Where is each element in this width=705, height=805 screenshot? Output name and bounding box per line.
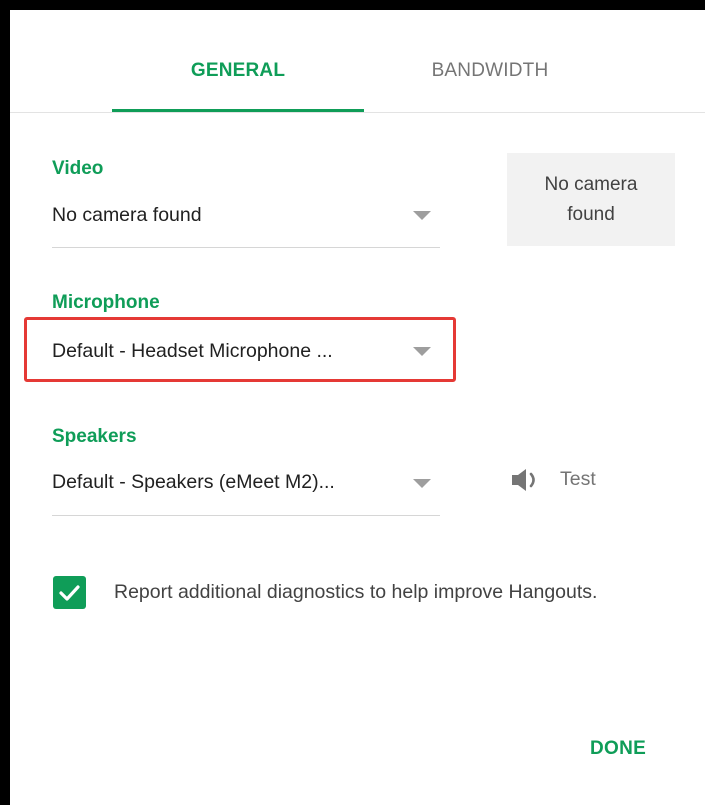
speakers-label: Speakers xyxy=(52,426,137,447)
camera-preview: No camera found xyxy=(507,153,675,246)
check-icon xyxy=(59,585,80,601)
chevron-down-icon[interactable] xyxy=(413,479,431,488)
diagnostics-checkbox[interactable] xyxy=(53,576,86,609)
speakers-select[interactable]: Default - Speakers (eMeet M2)... xyxy=(52,471,335,494)
diagnostics-label: Report additional diagnostics to help im… xyxy=(114,581,598,603)
video-select-underline xyxy=(52,247,440,248)
window-top-border xyxy=(0,0,705,10)
microphone-label: Microphone xyxy=(52,292,160,313)
done-button[interactable]: DONE xyxy=(590,738,646,760)
tab-divider xyxy=(10,112,705,113)
chevron-down-icon[interactable] xyxy=(413,211,431,220)
test-speakers-button[interactable]: Test xyxy=(560,468,596,491)
camera-preview-text: No camera found xyxy=(544,173,638,225)
video-label: Video xyxy=(52,158,104,179)
video-select[interactable]: No camera found xyxy=(52,204,202,227)
tab-bandwidth[interactable]: BANDWIDTH xyxy=(400,60,580,90)
speakers-select-underline xyxy=(52,515,440,516)
tab-general[interactable]: GENERAL xyxy=(112,60,364,90)
speaker-icon[interactable] xyxy=(511,467,543,493)
microphone-highlight-box xyxy=(24,317,456,382)
window-left-border xyxy=(0,0,10,805)
